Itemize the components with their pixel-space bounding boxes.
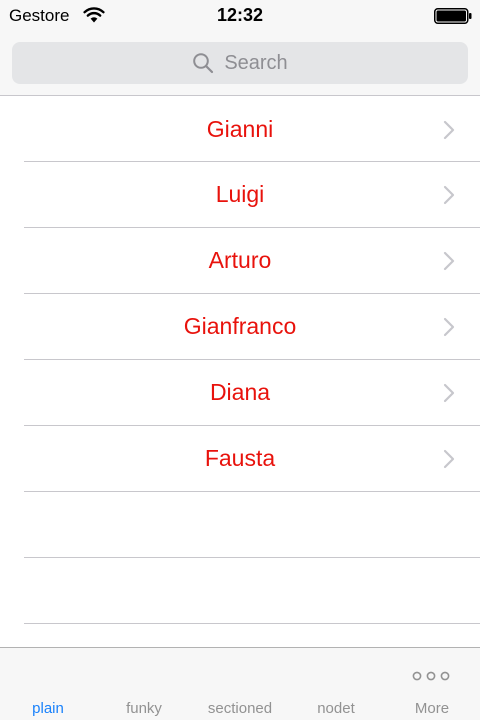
row-label: Fausta <box>204 445 276 471</box>
chevron-right-icon <box>443 251 455 271</box>
search-icon <box>193 53 214 74</box>
table-row-fausta[interactable]: Fausta <box>0 426 480 492</box>
row-separator <box>24 491 480 492</box>
tab-more[interactable]: More <box>384 700 480 717</box>
battery-icon <box>434 8 472 24</box>
tab-plain[interactable]: plain <box>0 700 96 717</box>
table-row-gianfranco[interactable]: Gianfranco <box>0 294 480 360</box>
tab-sectioned[interactable]: sectioned <box>192 700 288 717</box>
empty-row-separator <box>24 557 480 558</box>
row-label: Gianfranco <box>183 313 297 339</box>
row-label: Diana <box>209 379 271 405</box>
row-label: Gianni <box>206 116 274 142</box>
search-placeholder: Search <box>224 51 288 74</box>
status-bar: Gestore 12:32 <box>0 0 480 32</box>
tab-nodet[interactable]: nodet <box>288 700 384 717</box>
more-dots-icon[interactable] <box>412 670 450 682</box>
table-row-diana[interactable]: Diana <box>0 360 480 426</box>
chevron-right-icon <box>443 317 455 337</box>
row-label: Luigi <box>215 181 265 207</box>
status-time: 12:32 <box>216 5 264 25</box>
names-table: Gianni Luigi Arturo Gianfranco Diana Fau… <box>0 97 480 647</box>
chevron-right-icon <box>443 185 455 205</box>
row-label: Arturo <box>208 247 272 273</box>
empty-row-separator <box>24 623 480 624</box>
table-row-luigi[interactable]: Luigi <box>0 162 480 228</box>
search-input[interactable]: Search <box>12 42 468 84</box>
tab-bar: plain funky sectioned nodet More <box>0 647 480 720</box>
chevron-right-icon <box>443 449 455 469</box>
tab-funky[interactable]: funky <box>96 700 192 717</box>
chevron-right-icon <box>443 383 455 403</box>
search-bar-container: Search <box>0 32 480 96</box>
chevron-right-icon <box>443 120 455 140</box>
table-row-gianni[interactable]: Gianni <box>0 97 480 163</box>
table-row-arturo[interactable]: Arturo <box>0 228 480 294</box>
